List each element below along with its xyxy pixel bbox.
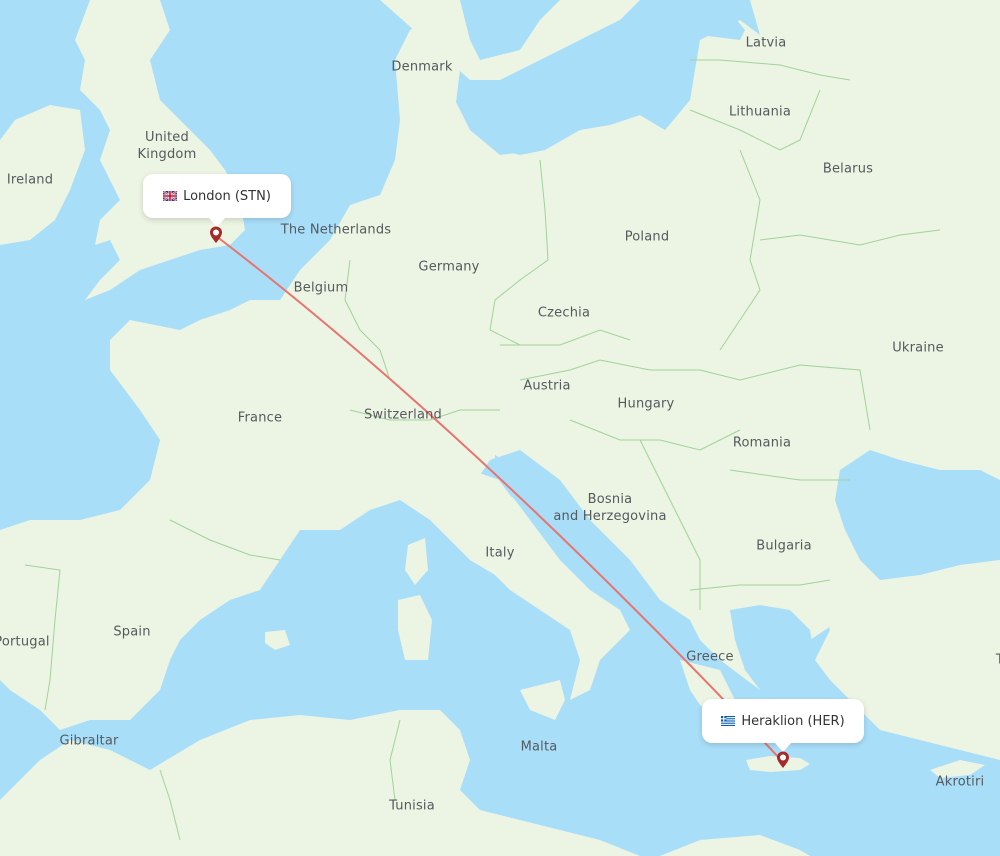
country-label-united-kingdom: United Kingdom bbox=[137, 130, 197, 162]
country-label-belarus: Belarus bbox=[822, 161, 874, 177]
greece-flag-icon bbox=[721, 716, 736, 726]
destination-airport-callout[interactable]: Heraklion (HER) bbox=[702, 699, 864, 752]
country-label-akrotiri: Akrotiri bbox=[935, 774, 985, 790]
country-label-austria: Austria bbox=[523, 378, 571, 394]
country-label-the-netherlands: The Netherlands bbox=[280, 222, 392, 238]
country-label-ireland: Ireland bbox=[6, 172, 54, 188]
origin-airport-callout[interactable]: London (STN) bbox=[143, 174, 291, 227]
country-label-malta: Malta bbox=[520, 739, 558, 755]
country-label-bosnia-and-herzegovina: Bosnia and Herzegovina bbox=[553, 492, 667, 524]
country-label-bulgaria: Bulgaria bbox=[756, 538, 812, 554]
origin-location-pin-icon[interactable] bbox=[209, 226, 223, 244]
origin-airport-label: London (STN) bbox=[183, 188, 271, 204]
uk-flag-icon bbox=[163, 191, 178, 201]
country-label-denmark: Denmark bbox=[391, 59, 453, 75]
country-label-gibraltar: Gibraltar bbox=[59, 733, 119, 749]
country-label-greece: Greece bbox=[686, 649, 734, 665]
flight-route-map[interactable]: Ireland United Kingdom Denmark Latvia Li… bbox=[0, 0, 1000, 856]
land-corsica bbox=[405, 538, 428, 585]
country-label-tunisia: Tunisia bbox=[389, 798, 435, 814]
destination-airport-label: Heraklion (HER) bbox=[741, 713, 845, 729]
country-label-spain: Spain bbox=[113, 624, 151, 640]
country-label-italy: Italy bbox=[485, 545, 515, 561]
country-label-poland: Poland bbox=[624, 229, 670, 245]
country-label-germany: Germany bbox=[418, 259, 480, 275]
country-label-belgium: Belgium bbox=[293, 280, 349, 296]
country-label-romania: Romania bbox=[732, 435, 792, 451]
destination-location-pin-icon[interactable] bbox=[776, 751, 790, 769]
country-label-latvia: Latvia bbox=[745, 35, 787, 51]
land-sardinia bbox=[398, 595, 432, 660]
country-label-hungary: Hungary bbox=[617, 396, 675, 412]
land-mallorca bbox=[265, 630, 290, 650]
country-label-lithuania: Lithuania bbox=[728, 104, 792, 120]
country-label-switzerland: Switzerland bbox=[363, 407, 443, 423]
country-label-turkey-partial: T bbox=[996, 652, 1000, 669]
country-label-czechia: Czechia bbox=[537, 305, 591, 321]
country-label-portugal: Portugal bbox=[0, 634, 50, 650]
country-label-france: France bbox=[237, 410, 283, 426]
country-label-ukraine: Ukraine bbox=[892, 340, 944, 356]
land-sicily bbox=[520, 680, 565, 720]
land-libya-coast bbox=[660, 835, 810, 856]
